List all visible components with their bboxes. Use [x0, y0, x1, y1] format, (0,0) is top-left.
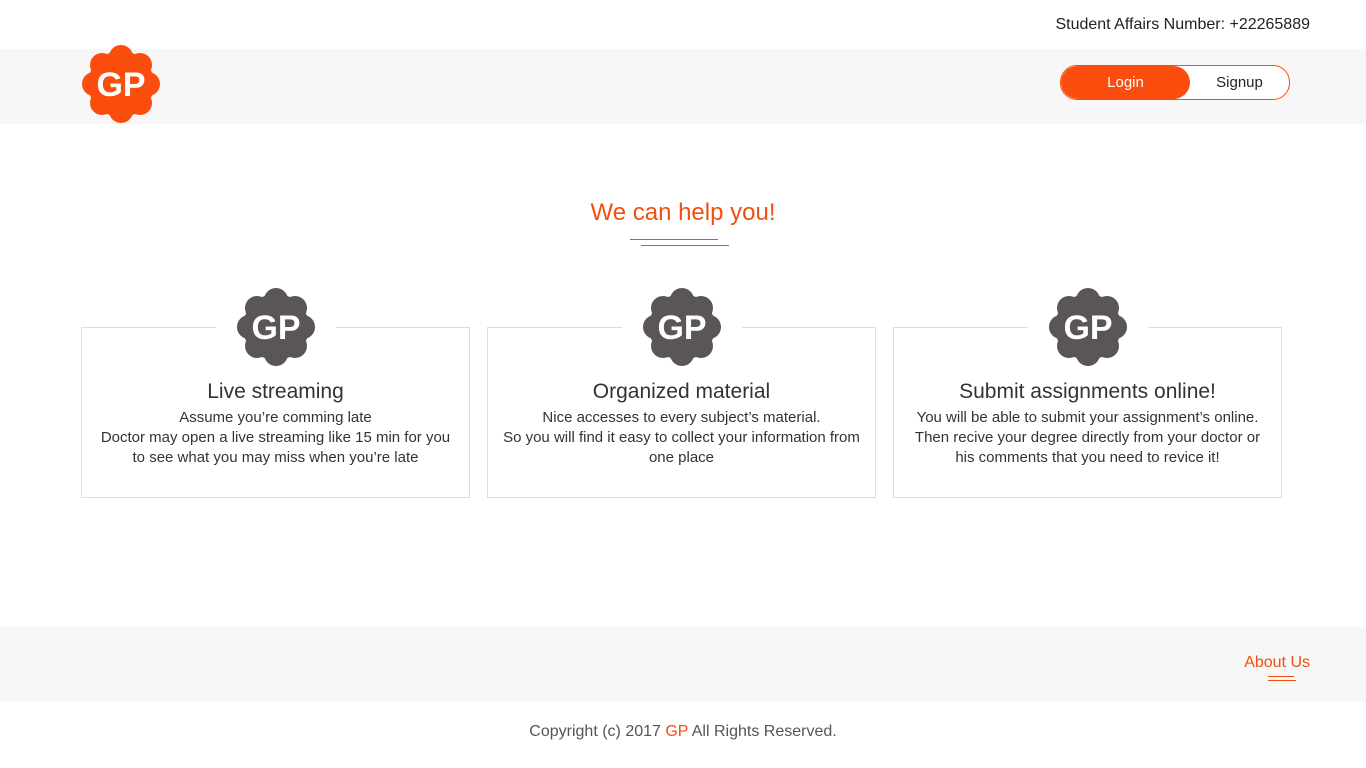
- about-underline: [1268, 680, 1296, 681]
- section-title: We can help you!: [590, 199, 776, 226]
- feature-line: Doctor may open a live streaming like 15…: [100, 429, 451, 466]
- login-button[interactable]: Login: [1061, 66, 1190, 99]
- feature-line: So you will find it easy to collect your…: [503, 429, 860, 466]
- feature-line: Assume you’re comming late: [179, 409, 372, 426]
- about-underline: [1268, 676, 1294, 677]
- feature-line: You will be able to submit your assignme…: [916, 409, 1259, 426]
- gp-badge-icon: GP: [216, 287, 336, 367]
- student-affairs-number: Student Affairs Number: +22265889: [1055, 16, 1310, 33]
- feature-description: Assume you’re comming late Doctor may op…: [94, 408, 457, 468]
- logo-text: GP: [96, 66, 145, 104]
- gp-badge-icon: GP: [622, 287, 742, 367]
- footer-bar: [0, 627, 1366, 702]
- auth-toggle: Login Signup: [1060, 65, 1290, 100]
- feature-description: Nice accesses to every subject’s materia…: [500, 408, 863, 468]
- gp-badge-icon: GP: [1028, 287, 1148, 367]
- feature-title: Live streaming: [207, 380, 344, 403]
- copyright: Copyright (c) 2017 GP All Rights Reserve…: [0, 723, 1366, 741]
- feature-line: Then recive your degree directly from yo…: [914, 429, 1261, 466]
- copyright-prefix: Copyright (c) 2017: [529, 723, 666, 740]
- feature-description: You will be able to submit your assignme…: [906, 408, 1269, 468]
- svg-text:GP: GP: [657, 309, 706, 347]
- title-underline: [630, 239, 718, 240]
- top-bar: Student Affairs Number: +22265889: [0, 0, 1366, 49]
- feature-line: Nice accesses to every subject’s materia…: [542, 409, 821, 426]
- feature-title: Submit assignments online!: [959, 380, 1216, 403]
- svg-text:GP: GP: [251, 309, 300, 347]
- copyright-suffix: All Rights Reserved.: [688, 723, 837, 740]
- gp-logo[interactable]: GP: [81, 44, 161, 124]
- feature-title: Organized material: [592, 380, 771, 403]
- title-underline: [641, 245, 729, 246]
- svg-text:GP: GP: [1063, 309, 1112, 347]
- copyright-brand: GP: [665, 723, 689, 740]
- signup-button[interactable]: Signup: [1190, 66, 1289, 99]
- about-us-link[interactable]: About Us: [1244, 654, 1310, 672]
